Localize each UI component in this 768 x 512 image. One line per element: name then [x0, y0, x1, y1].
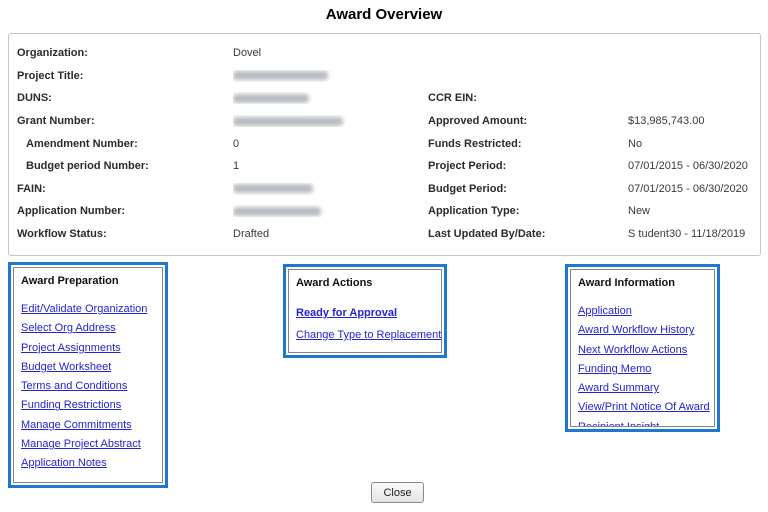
field-value-application-number	[233, 205, 428, 217]
field-label-ccr-ein: CCR EIN:	[428, 92, 628, 104]
field-value-amendment-number: 0	[233, 138, 428, 150]
field-label-amendment-number: Amendment Number:	[17, 138, 233, 150]
panel-title-award-information: Award Information	[578, 277, 707, 289]
field-label-fain: FAIN:	[17, 183, 233, 195]
redacted-value	[233, 184, 313, 193]
award-details-grid: Organization:DovelProject Title: DUNS: CCR…	[17, 42, 752, 245]
field-label-grant-number: Grant Number:	[17, 115, 233, 127]
field-label-budget-period-number: Budget period Number:	[17, 160, 233, 172]
link-view-print-notice-of-award[interactable]: View/Print Notice Of Award	[578, 398, 707, 417]
field-value-last-updated-by-date: S tudent30 - 11/18/2019	[628, 228, 752, 240]
link-edit-validate-organization[interactable]: Edit/Validate Organization	[21, 300, 155, 319]
field-value-approved-amount: $13,985,743.00	[628, 115, 752, 127]
field-value-duns	[233, 92, 428, 104]
field-value-project-period: 07/01/2015 - 06/30/2020	[628, 160, 752, 172]
field-value-workflow-status: Drafted	[233, 228, 428, 240]
page-title: Award Overview	[0, 6, 768, 23]
link-ready-for-approval[interactable]: Ready for Approval	[296, 302, 434, 324]
field-label-organization: Organization:	[17, 47, 233, 59]
link-application[interactable]: Application	[578, 302, 707, 321]
field-label-funds-restricted: Funds Restricted:	[428, 138, 628, 150]
field-value-application-type: New	[628, 205, 752, 217]
award-information-panel: Award Information ApplicationAward Workf…	[565, 264, 720, 432]
field-label-approved-amount: Approved Amount:	[428, 115, 628, 127]
field-label-duns: DUNS:	[17, 92, 233, 104]
field-value-budget-period: 07/01/2015 - 06/30/2020	[628, 183, 752, 195]
redacted-value	[233, 71, 328, 80]
link-terms-and-conditions[interactable]: Terms and Conditions	[21, 377, 155, 396]
field-label-project-period: Project Period:	[428, 160, 628, 172]
field-value-grant-number	[233, 115, 428, 127]
link-recipient-insight[interactable]: Recipient Insight	[578, 418, 707, 427]
redacted-value	[233, 94, 309, 103]
field-label-workflow-status: Workflow Status:	[17, 228, 233, 240]
link-funding-memo[interactable]: Funding Memo	[578, 360, 707, 379]
field-label-application-type: Application Type:	[428, 205, 628, 217]
link-next-workflow-actions[interactable]: Next Workflow Actions	[578, 341, 707, 360]
redacted-value	[233, 117, 343, 126]
field-label-last-updated-by-date: Last Updated By/Date:	[428, 228, 628, 240]
field-value-funds-restricted: No	[628, 138, 752, 150]
award-actions-panel-inner: Award Actions Ready for ApprovalChange T…	[288, 269, 442, 353]
link-delete-notice-of-award[interactable]: Delete Notice of Award	[296, 346, 434, 353]
link-manage-project-abstract[interactable]: Manage Project Abstract	[21, 435, 155, 454]
field-value-fain	[233, 183, 428, 195]
link-change-type-to-replacement[interactable]: Change Type to Replacement	[296, 324, 434, 346]
award-preparation-links: Edit/Validate OrganizationSelect Org Add…	[21, 300, 155, 483]
award-information-panel-inner: Award Information ApplicationAward Workf…	[570, 269, 715, 427]
field-value-project-title	[233, 70, 428, 82]
link-funding-restrictions[interactable]: Funding Restrictions	[21, 396, 155, 415]
link-award-summary[interactable]: Award Summary	[578, 379, 707, 398]
award-actions-links: Ready for ApprovalChange Type to Replace…	[296, 302, 434, 353]
award-preparation-panel-inner: Award Preparation Edit/Validate Organiza…	[13, 267, 163, 483]
link-project-assignments[interactable]: Project Assignments	[21, 339, 155, 358]
field-value-organization: Dovel	[233, 47, 428, 59]
award-information-links: ApplicationAward Workflow HistoryNext Wo…	[578, 302, 707, 427]
field-value-budget-period-number: 1	[233, 160, 428, 172]
award-preparation-panel: Award Preparation Edit/Validate Organiza…	[8, 262, 168, 488]
link-application-notes[interactable]: Application Notes	[21, 454, 155, 473]
link-select-org-address[interactable]: Select Org Address	[21, 319, 155, 338]
field-label-budget-period: Budget Period:	[428, 183, 628, 195]
link-award-workflow-history[interactable]: Award Workflow History	[578, 321, 707, 340]
link-manage-commitments[interactable]: Manage Commitments	[21, 416, 155, 435]
link-budget-worksheet[interactable]: Budget Worksheet	[21, 358, 155, 377]
redacted-value	[233, 207, 321, 216]
field-label-project-title: Project Title:	[17, 70, 233, 82]
award-overview-details-box: Organization:DovelProject Title: DUNS: CCR…	[8, 33, 761, 256]
field-label-application-number: Application Number:	[17, 205, 233, 217]
panel-title-award-preparation: Award Preparation	[21, 275, 155, 287]
award-actions-panel: Award Actions Ready for ApprovalChange T…	[283, 264, 447, 358]
panel-title-award-actions: Award Actions	[296, 277, 434, 289]
close-button[interactable]: Close	[371, 482, 424, 503]
